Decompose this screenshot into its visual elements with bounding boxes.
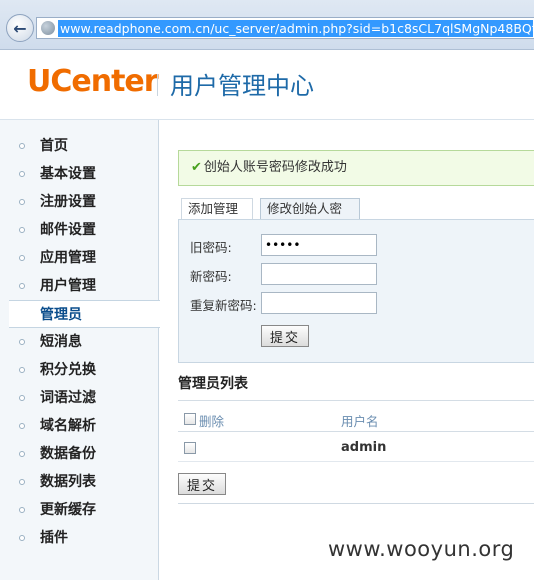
bullet-icon	[19, 395, 25, 401]
main-content: ✔创始人账号密码修改成功 添加管理员 修改创始人密码 旧密码: 新密码: 重复新…	[178, 120, 534, 580]
success-message: ✔ 创始人账号密码修改成功	[178, 150, 534, 186]
bullet-icon	[19, 227, 25, 233]
arrow-left-icon: ←	[13, 18, 27, 38]
sidebar-item-label: 邮件设置	[40, 222, 96, 238]
sidebar-item-update-cache[interactable]: 更新缓存	[0, 496, 159, 524]
url-field[interactable]: www.readphone.com.cn/uc_server/admin.php…	[36, 17, 534, 39]
bullet-icon	[19, 283, 25, 289]
row-delete-checkbox[interactable]	[184, 442, 196, 454]
sidebar-item-label: 数据备份	[40, 446, 96, 462]
password-form: 旧密码: 新密码: 重复新密码: 提交	[178, 219, 534, 363]
watermark: www.wooyun.org	[328, 537, 515, 561]
sidebar-item-label: 用户管理	[40, 278, 96, 294]
sidebar-item-label: 数据列表	[40, 474, 96, 490]
bullet-icon	[19, 255, 25, 261]
bullet-icon	[19, 451, 25, 457]
select-all-checkbox[interactable]	[184, 413, 196, 425]
bullet-icon	[19, 535, 25, 541]
sidebar-item-admins[interactable]: 管理员	[9, 300, 160, 328]
sidebar-item-label: 注册设置	[40, 194, 96, 210]
tab-bar: 添加管理员 修改创始人密码	[178, 198, 534, 236]
globe-icon	[41, 21, 55, 35]
password-submit-button[interactable]: 提交	[261, 325, 310, 347]
sidebar-item-user-management[interactable]: 用户管理	[0, 272, 159, 300]
sidebar-item-data-list[interactable]: 数据列表	[0, 468, 159, 496]
new-password-label: 新密码:	[190, 269, 232, 284]
old-password-label: 旧密码:	[190, 240, 232, 255]
sidebar-item-label: 更新缓存	[40, 502, 96, 518]
sidebar-item-dns[interactable]: 域名解析	[0, 412, 159, 440]
sidebar-item-mail-settings[interactable]: 邮件设置	[0, 216, 159, 244]
sidebar-item-label: 基本设置	[40, 166, 96, 182]
sidebar-item-app-management[interactable]: 应用管理	[0, 244, 159, 272]
bullet-icon	[19, 339, 25, 345]
tab-change-founder-password[interactable]: 修改创始人密码	[260, 198, 360, 236]
sidebar-item-label: 词语过滤	[40, 390, 96, 406]
logo: UCenter	[27, 64, 159, 99]
table-row: admin	[178, 434, 534, 462]
checkmark-icon: ✔	[191, 160, 202, 175]
back-button[interactable]: ←	[6, 14, 34, 42]
logo-divider	[157, 74, 158, 96]
admin-table-header: 删除 用户名	[178, 408, 534, 432]
repeat-password-field[interactable]	[261, 292, 377, 314]
sidebar-item-basic-settings[interactable]: 基本设置	[0, 160, 159, 188]
sidebar-item-label: 应用管理	[40, 250, 96, 266]
sidebar-item-register-settings[interactable]: 注册设置	[0, 188, 159, 216]
sidebar-menu: 首页 基本设置 注册设置 邮件设置 应用管理 用户管理 管理员 短消息 积分兑换…	[0, 132, 160, 552]
sidebar-item-plugins[interactable]: 插件	[0, 524, 159, 552]
list-submit-button[interactable]: 提交	[178, 473, 227, 495]
success-message-text: 创始人账号密码修改成功	[203, 160, 347, 175]
bullet-icon	[19, 423, 25, 429]
page-header: UCenter 用户管理中心	[0, 50, 534, 120]
bullet-icon	[19, 479, 25, 485]
url-text[interactable]: www.readphone.com.cn/uc_server/admin.php…	[58, 20, 533, 37]
divider	[178, 503, 534, 504]
column-header-username: 用户名	[341, 414, 379, 429]
bullet-icon	[19, 143, 25, 149]
bullet-icon	[19, 171, 25, 177]
sidebar-item-word-filter[interactable]: 词语过滤	[0, 384, 159, 412]
divider	[178, 400, 534, 401]
old-password-field[interactable]	[261, 234, 377, 256]
sidebar-item-label: 管理员	[40, 307, 82, 323]
repeat-password-label: 重复新密码:	[190, 298, 257, 313]
bullet-icon	[19, 367, 25, 373]
sidebar: 首页 基本设置 注册设置 邮件设置 应用管理 用户管理 管理员 短消息 积分兑换…	[0, 120, 160, 580]
sidebar-item-label: 首页	[40, 138, 68, 154]
sidebar-item-label: 短消息	[40, 334, 82, 350]
sidebar-item-label: 域名解析	[40, 418, 96, 434]
column-header-delete: 删除	[199, 414, 225, 429]
sidebar-item-label: 插件	[40, 530, 68, 546]
admin-username: admin	[341, 440, 387, 455]
admin-list-title: 管理员列表	[178, 376, 248, 392]
tab-add-admin[interactable]: 添加管理员	[181, 198, 253, 236]
page-title: 用户管理中心	[170, 72, 314, 100]
bullet-icon	[19, 199, 25, 205]
sidebar-item-messages[interactable]: 短消息	[0, 328, 159, 356]
bullet-icon	[19, 507, 25, 513]
sidebar-item-label: 积分兑换	[40, 362, 96, 378]
browser-address-bar: ← www.readphone.com.cn/uc_server/admin.p…	[0, 0, 534, 50]
new-password-field[interactable]	[261, 263, 377, 285]
sidebar-item-backup[interactable]: 数据备份	[0, 440, 159, 468]
sidebar-item-credit-exchange[interactable]: 积分兑换	[0, 356, 159, 384]
sidebar-item-home[interactable]: 首页	[0, 132, 159, 160]
